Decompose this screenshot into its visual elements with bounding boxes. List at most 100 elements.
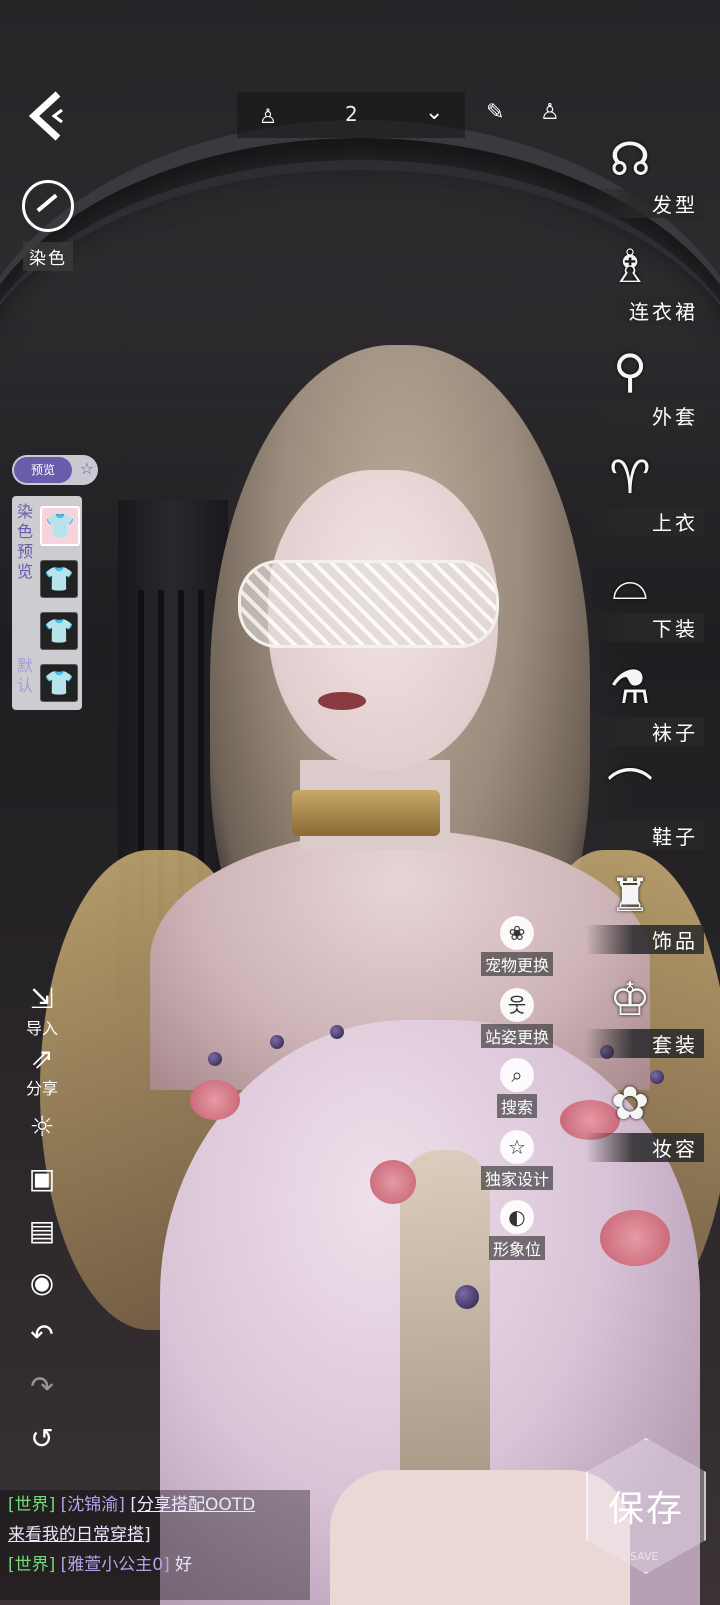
category-top[interactable]: ♈ 上衣 <box>586 446 704 542</box>
chat-message: [世界] [雅萱小公主0] 好 <box>8 1550 302 1580</box>
character-hand <box>330 1470 630 1605</box>
chat-message-continued: 来看我的日常穿搭] <box>8 1520 302 1550</box>
category-shoe[interactable]: ⌒ 鞋子 <box>586 760 704 856</box>
sun-icon: ☼ <box>29 1110 55 1143</box>
dye-preview-title: 染色预览 <box>16 502 33 581</box>
chevron-down-icon[interactable]: ⌄ <box>425 100 443 125</box>
category-label: 鞋子 <box>586 821 704 850</box>
import-label: 导入 <box>25 1019 58 1038</box>
bead <box>270 1035 284 1049</box>
shirt-icon: 👕 <box>44 565 74 593</box>
camera-icon: ▣ <box>28 1162 56 1195</box>
category-skirt[interactable]: ⌓ 下装 <box>586 552 704 648</box>
outfit-selector[interactable]: ♙ 2 ⌄ <box>237 92 465 138</box>
chat-channel: [世界] <box>8 1555 56 1575</box>
save-sublabel: SAVE <box>630 1550 659 1563</box>
category-coat[interactable]: ⚲ 外套 <box>586 340 704 436</box>
chat-channel: [世界] <box>8 1495 56 1515</box>
dye-slot-1[interactable]: 👕 <box>40 506 80 546</box>
suit-icon: ♔ <box>609 972 651 1026</box>
reset-button[interactable]: ↺ <box>24 1422 60 1455</box>
dye-slot-2[interactable]: 👕 <box>40 560 78 598</box>
chat-message: [世界] [沈锦渝] [分享搭配OOTD <box>8 1490 302 1520</box>
star-icon: ☆ <box>79 459 94 478</box>
dye-default-label: 默认 <box>16 656 33 695</box>
character-lips <box>318 692 366 710</box>
category-label: 上衣 <box>586 507 704 536</box>
brush-icon[interactable]: ✎ <box>486 100 504 125</box>
chat-text: 好 <box>175 1555 193 1575</box>
bodice-rose <box>600 1210 670 1266</box>
gallery-button[interactable]: ▤ <box>24 1214 60 1247</box>
action-label: 搜索 <box>496 1094 537 1118</box>
action-label: 独家设计 <box>480 1166 553 1190</box>
makeup-icon: ✿ <box>610 1076 650 1130</box>
chat-text[interactable]: 来看我的日常穿搭] <box>8 1525 151 1545</box>
reset-shirt-icon: 👕 <box>44 669 74 697</box>
category-label: 袜子 <box>586 717 704 746</box>
bead <box>455 1285 479 1309</box>
palette-icon <box>22 180 74 232</box>
bag-icon: ♜ <box>609 868 651 922</box>
dye-preview-panel: 染色预览 👕 👕 👕 默认 👕 <box>12 496 82 710</box>
dye-slot-default[interactable]: 👕 <box>40 664 78 702</box>
hide-ui-button[interactable]: ◉ <box>24 1266 60 1299</box>
outfit-number: 2 <box>345 102 358 126</box>
category-makeup[interactable]: ✿ 妆容 <box>586 1072 704 1168</box>
action-label: 形象位 <box>488 1236 545 1260</box>
eye-icon: ◉ <box>29 1266 55 1299</box>
hair-icon: ☊ <box>609 132 651 186</box>
action-label: 宠物更换 <box>480 952 553 976</box>
action-label: 站姿更换 <box>480 1024 553 1048</box>
paw-icon: ❀ <box>500 916 534 950</box>
action-pose[interactable]: 웃 站姿更换 <box>474 988 560 1048</box>
shirt-icon: 👕 <box>45 512 75 540</box>
category-socks[interactable]: ⚗ 袜子 <box>586 656 704 752</box>
bead <box>208 1052 222 1066</box>
category-hair[interactable]: ☊ 发型 <box>586 128 704 224</box>
chat-sender[interactable]: [雅萱小公主0] <box>61 1555 170 1575</box>
category-label: 连衣裙 <box>586 296 704 325</box>
image-icon: ▤ <box>28 1214 56 1247</box>
redo-button[interactable]: ↷ <box>24 1370 60 1403</box>
category-dress[interactable]: ♗ 连衣裙 <box>586 235 704 331</box>
socks-icon: ⚗ <box>609 660 651 714</box>
chat-text[interactable]: [分享搭配OOTD <box>130 1495 255 1515</box>
chat-box[interactable]: [世界] [沈锦渝] [分享搭配OOTD 来看我的日常穿搭] [世界] [雅萱小… <box>0 1490 310 1600</box>
avatar-slot-icon: ◐ <box>500 1200 534 1234</box>
redo-icon: ↷ <box>30 1370 54 1403</box>
action-paw[interactable]: ❀ 宠物更换 <box>474 916 560 976</box>
bead <box>330 1025 344 1039</box>
category-label: 套装 <box>586 1029 704 1058</box>
character-blindfold <box>238 560 499 648</box>
dress-icon: ♙ <box>259 104 277 128</box>
category-label: 发型 <box>586 189 704 218</box>
preview-toggle[interactable]: 预览 ☆ <box>12 455 98 485</box>
dye-slot-3[interactable]: 👕 <box>40 612 78 650</box>
undo-button[interactable]: ↶ <box>24 1318 60 1351</box>
dye-label: 染色 <box>23 242 73 271</box>
share-button[interactable]: ⇗ 分享 <box>24 1042 60 1099</box>
import-button[interactable]: ⇲ 导入 <box>24 982 60 1039</box>
save-label: 保存 <box>607 1489 684 1530</box>
lighting-button[interactable]: ☼ <box>24 1110 60 1143</box>
category-bag[interactable]: ♜ 饰品 <box>586 864 704 960</box>
category-label: 下装 <box>586 613 704 642</box>
character-choker <box>292 790 440 836</box>
bodice-rose <box>190 1080 240 1120</box>
category-suit[interactable]: ♔ 套装 <box>586 968 704 1064</box>
skirt-icon: ⌓ <box>611 556 649 610</box>
camera-button[interactable]: ▣ <box>24 1162 60 1195</box>
share-icon: ⇗ <box>30 1042 54 1075</box>
category-label: 饰品 <box>586 925 704 954</box>
action-star[interactable]: ☆ 独家设计 <box>474 1130 560 1190</box>
action-search[interactable]: ⌕ 搜索 <box>474 1058 560 1118</box>
back-button[interactable] <box>22 88 72 144</box>
action-avatar-slot[interactable]: ◐ 形象位 <box>474 1200 560 1260</box>
undo-icon: ↶ <box>30 1318 54 1351</box>
search-icon: ⌕ <box>500 1058 534 1092</box>
chat-sender[interactable]: [沈锦渝] <box>61 1495 125 1515</box>
star-icon: ☆ <box>500 1130 534 1164</box>
dress-outline-icon[interactable]: ♙ <box>540 100 560 125</box>
dye-button[interactable]: 染色 <box>14 180 82 271</box>
